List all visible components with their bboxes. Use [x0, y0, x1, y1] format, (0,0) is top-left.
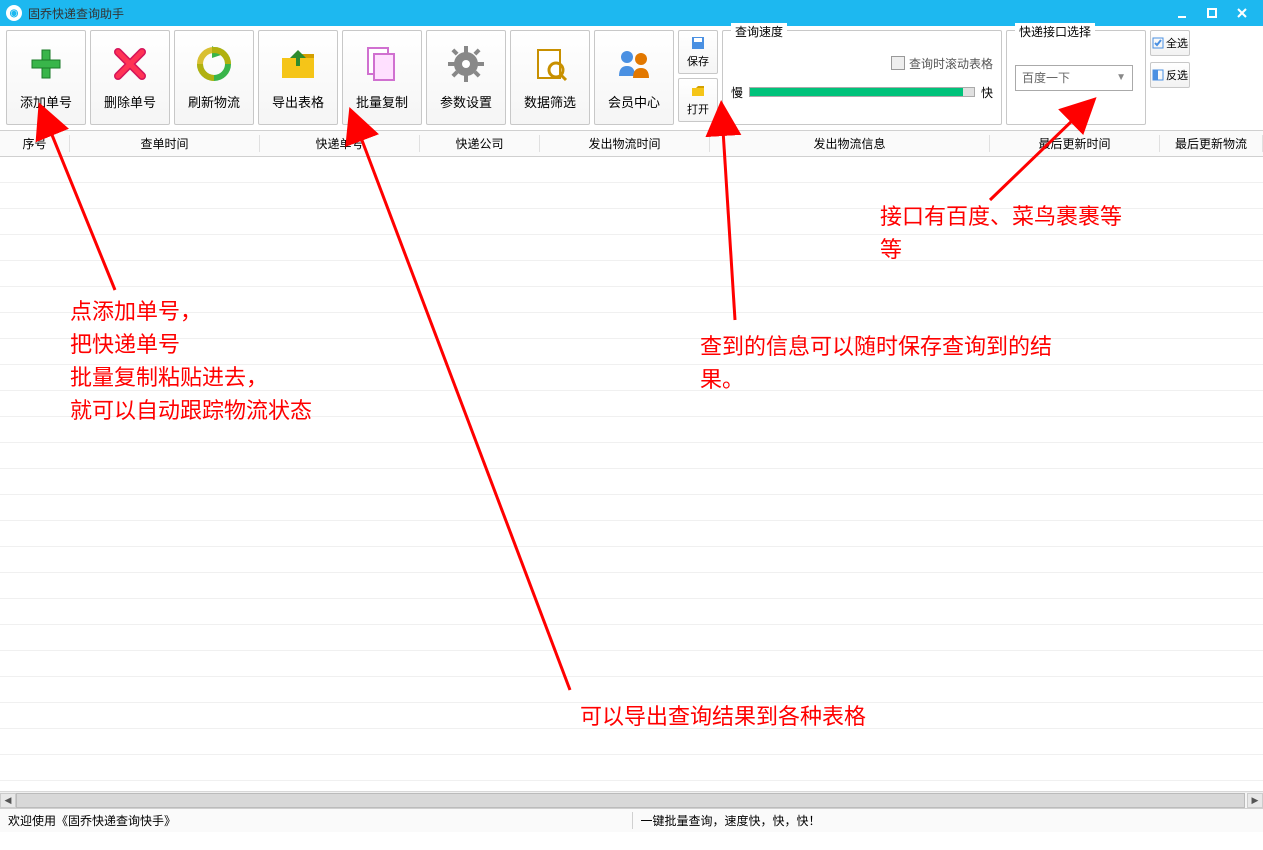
- col-carrier[interactable]: 快递公司: [420, 135, 540, 152]
- batch-copy-button[interactable]: 批量复制: [342, 30, 422, 125]
- open-label: 打开: [687, 101, 709, 117]
- maximize-button[interactable]: [1197, 0, 1227, 26]
- params-label: 参数设置: [440, 92, 492, 111]
- filter-label: 数据筛选: [524, 92, 576, 111]
- scroll-checkbox[interactable]: [891, 56, 905, 70]
- window-title: 固乔快递查询助手: [28, 5, 124, 22]
- table-header-row: 序号 查单时间 快递单号 快递公司 发出物流时间 发出物流信息 最后更新时间 最…: [0, 131, 1263, 157]
- scroll-left-arrow[interactable]: ◀: [0, 793, 16, 808]
- open-button[interactable]: 打开: [678, 78, 718, 122]
- refresh-logistics-button[interactable]: 刷新物流: [174, 30, 254, 125]
- query-speed-title: 查询速度: [731, 23, 787, 40]
- results-table: 序号 查单时间 快递单号 快递公司 发出物流时间 发出物流信息 最后更新时间 最…: [0, 131, 1263, 791]
- table-body[interactable]: [0, 157, 1263, 791]
- col-index[interactable]: 序号: [0, 135, 70, 152]
- interface-group: 快递接口选择 百度一下 ▼: [1006, 30, 1146, 125]
- query-speed-group: 查询速度 查询时滚动表格 慢 快: [722, 30, 1002, 125]
- speed-slider[interactable]: [749, 87, 975, 97]
- x-icon: [110, 44, 150, 84]
- folder-export-icon: [278, 44, 318, 84]
- invert-label: 反选: [1166, 67, 1188, 83]
- delete-tracking-button[interactable]: 删除单号: [90, 30, 170, 125]
- col-dispatch-time[interactable]: 发出物流时间: [540, 135, 710, 152]
- plus-icon: [26, 44, 66, 84]
- scroll-thumb[interactable]: [16, 793, 1245, 808]
- chevron-down-icon: ▼: [1116, 72, 1126, 83]
- member-center-button[interactable]: 会员中心: [594, 30, 674, 125]
- col-last-update-info[interactable]: 最后更新物流: [1160, 135, 1263, 152]
- app-icon: ◉: [6, 5, 22, 21]
- refresh-icon: [194, 44, 234, 84]
- params-button[interactable]: 参数设置: [426, 30, 506, 125]
- interface-selected: 百度一下: [1022, 69, 1070, 86]
- col-query-time[interactable]: 查单时间: [70, 135, 260, 152]
- save-icon: [690, 35, 706, 51]
- minimize-button[interactable]: [1167, 0, 1197, 26]
- fast-label: 快: [981, 84, 993, 101]
- data-filter-button[interactable]: 数据筛选: [510, 30, 590, 125]
- add-label: 添加单号: [20, 92, 72, 111]
- scroll-right-arrow[interactable]: ▶: [1247, 793, 1263, 808]
- gear-icon: [446, 44, 486, 84]
- users-icon: [614, 44, 654, 84]
- close-button[interactable]: [1227, 0, 1257, 26]
- interface-title: 快递接口选择: [1015, 23, 1095, 40]
- slow-label: 慢: [731, 84, 743, 101]
- save-label: 保存: [687, 53, 709, 69]
- refresh-label: 刷新物流: [188, 92, 240, 111]
- interface-dropdown[interactable]: 百度一下 ▼: [1015, 65, 1133, 91]
- status-left: 欢迎使用《固乔快递查询快手》: [8, 812, 632, 829]
- col-last-update-time[interactable]: 最后更新时间: [990, 135, 1160, 152]
- filter-icon: [530, 44, 570, 84]
- check-icon: [1152, 37, 1164, 49]
- export-label: 导出表格: [272, 92, 324, 111]
- save-button[interactable]: 保存: [678, 30, 718, 74]
- statusbar: 欢迎使用《固乔快递查询快手》 一键批量查询，速度快，快，快！: [0, 808, 1263, 832]
- add-tracking-button[interactable]: 添加单号: [6, 30, 86, 125]
- toolbar: 添加单号 删除单号 刷新物流 导出表格 批量复制 参数设置 数据筛选: [0, 26, 1263, 131]
- export-table-button[interactable]: 导出表格: [258, 30, 338, 125]
- status-right: 一键批量查询，速度快，快，快！: [632, 812, 1256, 829]
- select-all-button[interactable]: 全选: [1150, 30, 1190, 56]
- col-dispatch-info[interactable]: 发出物流信息: [710, 135, 990, 152]
- member-label: 会员中心: [608, 92, 660, 111]
- horizontal-scrollbar[interactable]: ◀ ▶: [0, 791, 1263, 808]
- invert-icon: [1152, 69, 1164, 81]
- batch-copy-label: 批量复制: [356, 92, 408, 111]
- select-all-label: 全选: [1166, 35, 1188, 51]
- folder-open-icon: [690, 83, 706, 99]
- col-tracking-no[interactable]: 快递单号: [260, 135, 420, 152]
- scroll-label: 查询时滚动表格: [909, 55, 993, 72]
- invert-selection-button[interactable]: 反选: [1150, 62, 1190, 88]
- copy-icon: [362, 44, 402, 84]
- delete-label: 删除单号: [104, 92, 156, 111]
